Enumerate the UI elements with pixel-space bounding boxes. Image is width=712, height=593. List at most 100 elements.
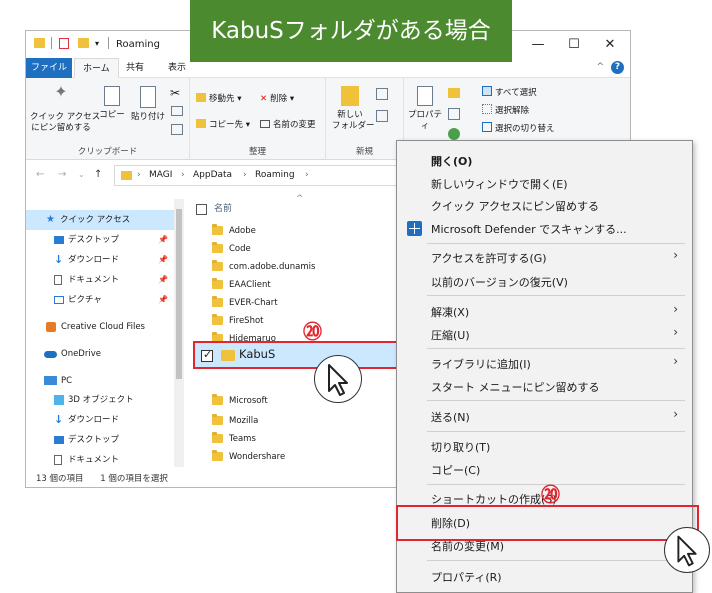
menu-item-open-new-window[interactable]: 新しいウィンドウで開く(E)	[431, 176, 568, 192]
properties-button[interactable]: プロパティ	[406, 86, 444, 132]
copy-icon	[104, 86, 120, 106]
nav-quick-access[interactable]: ★ クイック アクセス	[26, 210, 176, 230]
menu-item-pin-start[interactable]: スタート メニューにピン留めする	[431, 379, 600, 395]
tab-file[interactable]: ファイル	[26, 58, 72, 78]
nav-desktop-pc[interactable]: デスクトップ	[26, 430, 176, 450]
properties-quick-icon[interactable]	[59, 38, 69, 49]
collapse-ribbon-icon[interactable]: ^	[596, 62, 604, 72]
menu-item-add-to-library[interactable]: ライブラリに追加(I)	[431, 356, 531, 372]
list-item[interactable]: com.adobe.dunamis	[212, 258, 402, 276]
new-folder-button[interactable]: 新しい フォルダー	[332, 86, 375, 132]
pin-quick-access-button[interactable]: ✦ クイック アクセス にピン留めする	[30, 84, 101, 134]
menu-item-open[interactable]: 開く(O)	[431, 153, 472, 169]
breadcrumb-appdata[interactable]: AppData	[193, 170, 232, 180]
list-item[interactable]: EVER-Chart	[212, 294, 402, 312]
file-name: Microsoft	[229, 396, 268, 406]
breadcrumb-magi[interactable]: MAGI	[149, 170, 172, 180]
list-item-kabus-selected[interactable]: KabuS	[193, 341, 401, 369]
history-icon[interactable]	[448, 128, 460, 140]
menu-item-pin-quick-access[interactable]: クイック アクセスにピン留めする	[431, 198, 599, 214]
select-none-label: 選択解除	[495, 106, 530, 116]
rename-button[interactable]: 名前の変更	[260, 118, 316, 130]
select-all-checkbox[interactable]	[196, 204, 207, 215]
scroll-thumb[interactable]	[176, 209, 182, 379]
menu-item-send-to[interactable]: 送る(N)	[431, 409, 470, 425]
folder-icon	[212, 450, 223, 461]
file-name: Teams	[229, 434, 256, 444]
file-name: EAAClient	[229, 280, 271, 290]
back-arrow-icon[interactable]: ←	[36, 169, 44, 180]
menu-item-copy[interactable]: コピー(C)	[431, 462, 480, 478]
paste-button[interactable]: 貼り付け	[130, 86, 166, 123]
pin-icon[interactable]: 📌	[158, 290, 168, 310]
breadcrumb-sep: ›	[243, 170, 247, 180]
menu-item-extract[interactable]: 解凍(X)	[431, 304, 469, 320]
delete-button[interactable]: ✕ 削除 ▾	[260, 92, 294, 104]
tab-share[interactable]: 共有	[118, 58, 152, 78]
select-all-icon	[482, 86, 492, 96]
star-icon: ★	[46, 214, 55, 225]
folder-icon	[212, 260, 223, 271]
nav-documents-pc[interactable]: ドキュメント	[26, 450, 176, 470]
list-item[interactable]: Teams	[212, 430, 402, 448]
open-icon[interactable]	[448, 88, 460, 98]
menu-item-restore-versions[interactable]: 以前のバージョンの復元(V)	[431, 274, 568, 290]
menu-item-compress[interactable]: 圧縮(U)	[431, 327, 470, 343]
nav-desktop[interactable]: デスクトップ 📌	[26, 230, 176, 250]
nav-scrollbar[interactable]	[174, 199, 184, 467]
list-item[interactable]: EAAClient	[212, 276, 402, 294]
tab-home[interactable]: ホーム	[74, 58, 119, 78]
select-all-button[interactable]: すべて選択	[482, 86, 537, 98]
nav-downloads[interactable]: ↓ ダウンロード 📌	[26, 250, 176, 270]
maximize-button[interactable]: ☐	[559, 35, 589, 55]
nav-documents[interactable]: ドキュメント 📌	[26, 270, 176, 290]
move-to-button[interactable]: 移動先 ▾	[196, 92, 241, 104]
new-folder-quick-icon[interactable]	[78, 38, 89, 48]
cut-icon[interactable]: ✂	[170, 86, 180, 100]
customize-quick-access-icon[interactable]: ▾	[95, 39, 99, 48]
close-button[interactable]: ✕	[595, 35, 625, 55]
folder-icon	[221, 350, 235, 361]
pin-icon[interactable]: 📌	[158, 250, 168, 270]
clipboard-icon	[140, 86, 156, 108]
invert-selection-button[interactable]: 選択の切り替え	[482, 122, 555, 134]
menu-item-properties[interactable]: プロパティ(R)	[431, 569, 502, 585]
list-item[interactable]: Microsoft	[212, 392, 402, 410]
menu-item-cut[interactable]: 切り取り(T)	[431, 439, 490, 455]
address-bar[interactable]: › MAGI › AppData › Roaming ›	[114, 165, 424, 186]
nav-pictures[interactable]: ピクチャ 📌	[26, 290, 176, 310]
row-checkbox[interactable]	[201, 348, 213, 362]
new-item-icon[interactable]	[376, 88, 388, 100]
copy-button[interactable]: コピー	[98, 86, 126, 121]
list-item[interactable]: Code	[212, 240, 402, 258]
nav-creative-cloud[interactable]: Creative Cloud Files	[26, 317, 176, 337]
nav-3d-objects[interactable]: 3D オブジェクト	[26, 390, 176, 410]
up-arrow-icon[interactable]: ↑	[94, 169, 102, 180]
minimize-button[interactable]: —	[523, 35, 553, 55]
select-none-button[interactable]: 選択解除	[482, 104, 529, 116]
nav-onedrive[interactable]: OneDrive	[26, 344, 176, 364]
list-item[interactable]: Adobe	[212, 222, 402, 240]
menu-item-give-access[interactable]: アクセスを許可する(G)	[431, 250, 547, 266]
list-item[interactable]: Mozilla	[212, 412, 402, 430]
tab-view[interactable]: 表示	[160, 58, 194, 78]
copy-to-button[interactable]: コピー先 ▾	[196, 118, 250, 130]
menu-separator	[427, 560, 685, 561]
paste-shortcut-icon[interactable]	[171, 124, 183, 135]
edit-icon[interactable]	[448, 108, 460, 120]
recent-dropdown-icon[interactable]: ⌄	[78, 170, 85, 179]
download-icon: ↓	[54, 253, 64, 266]
breadcrumb-roaming[interactable]: Roaming	[255, 170, 295, 180]
forward-arrow-icon[interactable]: →	[58, 169, 66, 180]
pin-quick-access-label: クイック アクセス にピン留めする	[30, 112, 101, 133]
nav-downloads-pc[interactable]: ↓ ダウンロード	[26, 410, 176, 430]
pin-icon[interactable]: 📌	[158, 270, 168, 290]
nav-pc[interactable]: PC	[26, 371, 176, 391]
pin-icon[interactable]: 📌	[158, 230, 168, 250]
menu-item-defender-scan[interactable]: Microsoft Defender でスキャンする...	[431, 221, 627, 237]
column-header-name[interactable]: 名前	[214, 201, 232, 214]
help-icon[interactable]: ?	[611, 61, 624, 74]
copy-path-icon[interactable]	[171, 106, 183, 116]
easy-access-icon[interactable]	[376, 110, 388, 122]
list-item[interactable]: Wondershare	[212, 448, 402, 466]
